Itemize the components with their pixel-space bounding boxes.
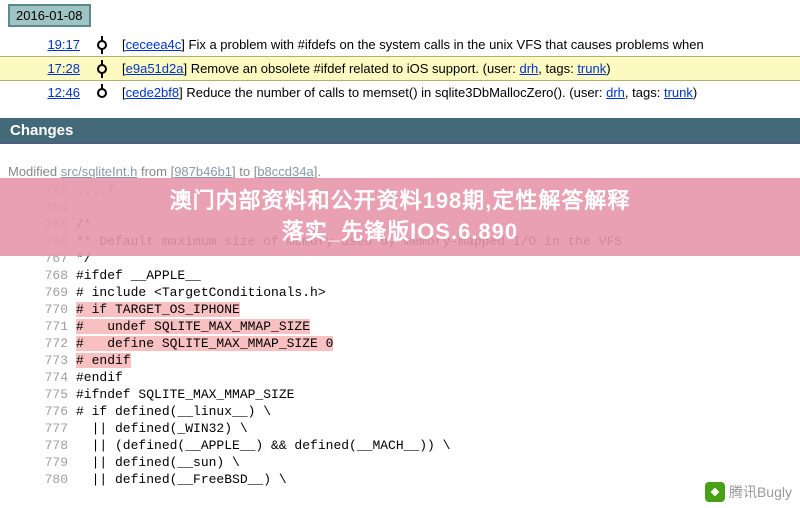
line-number: 777: [38, 421, 76, 438]
code-line: 780 || defined(__FreeBSD__) \: [38, 472, 800, 489]
commit-hash-link[interactable]: cede2bf8: [126, 85, 180, 100]
line-number: 775: [38, 387, 76, 404]
tag-link[interactable]: trunk: [577, 61, 606, 76]
code-line: 768#ifdef __APPLE__: [38, 268, 800, 285]
tag-link[interactable]: trunk: [664, 85, 693, 100]
hash-from-link[interactable]: 987b46b1: [174, 164, 232, 179]
commit-hash-link[interactable]: e9a51d2a: [126, 61, 184, 76]
line-number: 770: [38, 302, 76, 319]
timeline: 19:17 [ceceea4c] Fix a problem with #ifde…: [0, 33, 800, 104]
code-line: 778 || (defined(__APPLE__) && defined(__…: [38, 438, 800, 455]
line-number: 773: [38, 353, 76, 370]
graph-cell: [90, 64, 114, 74]
line-number: 774: [38, 370, 76, 387]
commit-hash-link[interactable]: ceceea4c: [126, 37, 182, 52]
line-number: 772: [38, 336, 76, 353]
line-number: 776: [38, 404, 76, 421]
time-link[interactable]: 19:17: [0, 37, 90, 52]
code-line: 777 || defined(_WIN32) \: [38, 421, 800, 438]
commit-dot: [97, 88, 107, 98]
code-line: 775#ifndef SQLITE_MAX_MMAP_SIZE: [38, 387, 800, 404]
commit-message: [e9a51d2a] Remove an obsolete #ifdef rel…: [114, 61, 800, 76]
line-number: 780: [38, 472, 76, 489]
code-line: 770# if TARGET_OS_IPHONE: [38, 302, 800, 319]
file-link[interactable]: src/sqliteInt.h: [61, 164, 138, 179]
commit-dot: [97, 64, 107, 74]
graph-cell: [90, 88, 114, 98]
user-link[interactable]: drh: [606, 85, 625, 100]
wechat-icon: ❖: [705, 482, 725, 502]
timeline-row: 17:28 [e9a51d2a] Remove an obsolete #ifde…: [0, 56, 800, 81]
timeline-row: 19:17 [ceceea4c] Fix a problem with #ifde…: [0, 33, 800, 56]
modified-line: Modified src/sqliteInt.h from [987b46b1]…: [8, 164, 800, 179]
overlay-banner: 澳门内部资料和公开资料198期,定性解答解释 落实_先锋版IOS.6.890: [0, 178, 800, 256]
code-line: 774#endif: [38, 370, 800, 387]
commit-message: [cede2bf8] Reduce the number of calls to…: [114, 85, 800, 100]
line-number: 769: [38, 285, 76, 302]
code-line: 776# if defined(__linux__) \: [38, 404, 800, 421]
commit-dot: [97, 40, 107, 50]
code-line: 771# undef SQLITE_MAX_MMAP_SIZE: [38, 319, 800, 336]
time-link[interactable]: 17:28: [0, 61, 90, 76]
line-number: 768: [38, 268, 76, 285]
line-number: 778: [38, 438, 76, 455]
date-badge: 2016-01-08: [8, 4, 91, 27]
time-link[interactable]: 12:46: [0, 85, 90, 100]
line-number: 779: [38, 455, 76, 472]
code-line: 772# define SQLITE_MAX_MMAP_SIZE 0: [38, 336, 800, 353]
user-link[interactable]: drh: [519, 61, 538, 76]
line-number: 771: [38, 319, 76, 336]
code-line: 779 || defined(__sun) \: [38, 455, 800, 472]
section-header-changes: Changes: [0, 118, 800, 144]
code-line: 769# include <TargetConditionals.h>: [38, 285, 800, 302]
graph-cell: [90, 40, 114, 50]
watermark: ❖ 腾讯Bugly: [705, 482, 792, 502]
hash-to-link[interactable]: b8ccd34a: [257, 164, 313, 179]
timeline-row: 12:46 [cede2bf8] Reduce the number of cal…: [0, 81, 800, 104]
code-line: 773# endif: [38, 353, 800, 370]
commit-message: [ceceea4c] Fix a problem with #ifdefs on…: [114, 37, 800, 52]
